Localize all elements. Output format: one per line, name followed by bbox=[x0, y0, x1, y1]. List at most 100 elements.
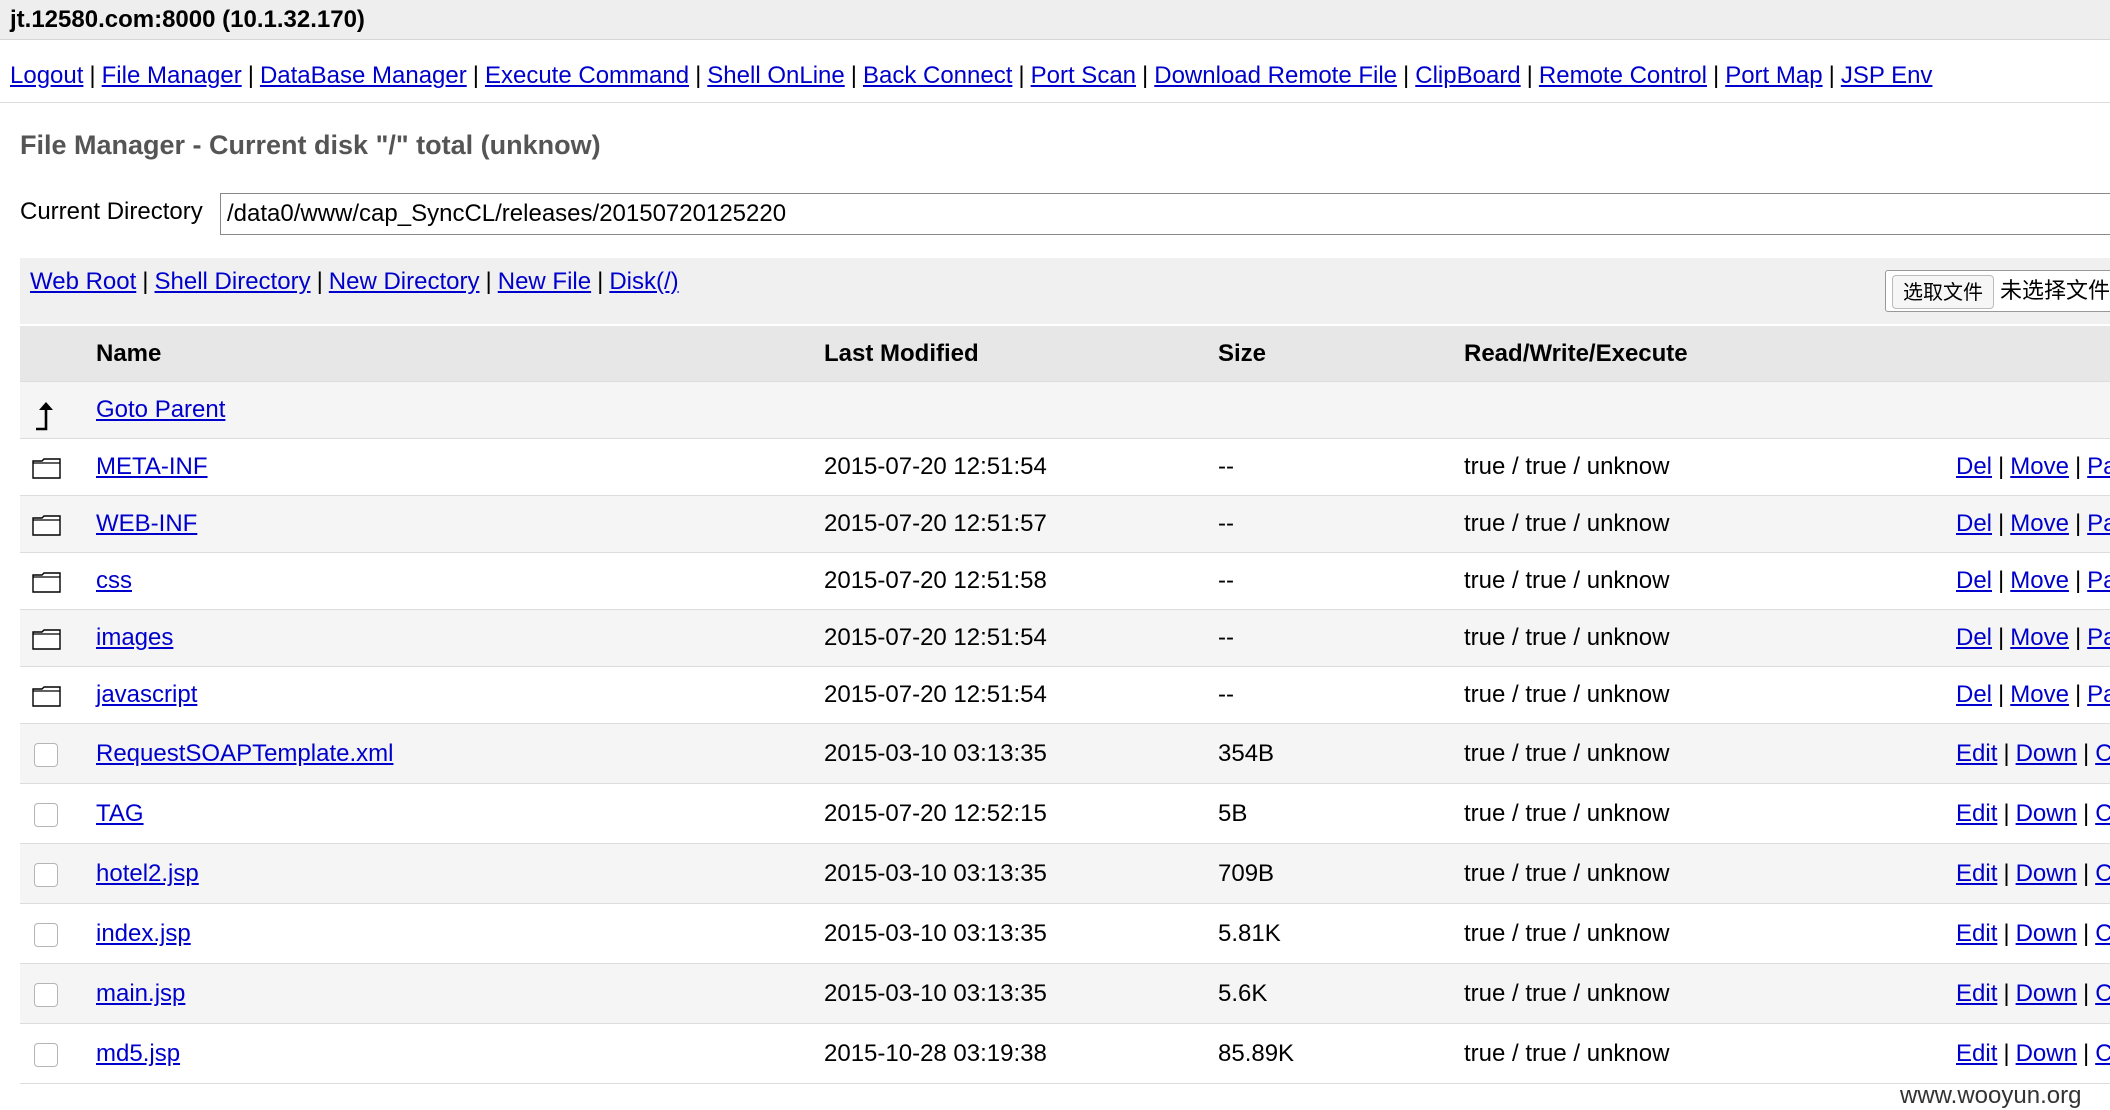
select-checkbox[interactable] bbox=[34, 1042, 58, 1067]
select-checkbox[interactable] bbox=[34, 922, 58, 947]
nav-clipboard[interactable]: ClipBoard bbox=[1415, 62, 1520, 89]
new-file-link[interactable]: New File bbox=[498, 268, 591, 295]
entry-last-modified: 2015-07-20 12:51:54 bbox=[824, 681, 1047, 708]
entry-size: 5.6K bbox=[1218, 980, 1268, 1007]
action-move-link[interactable]: Move bbox=[2010, 681, 2069, 708]
action-edit-link[interactable]: Edit bbox=[1956, 800, 1997, 827]
entry-name-link[interactable]: main.jsp bbox=[96, 964, 185, 1023]
goto-parent-row[interactable]: Goto Parent bbox=[20, 382, 2110, 439]
select-checkbox[interactable] bbox=[34, 982, 58, 1007]
entry-name-link[interactable]: md5.jsp bbox=[96, 1024, 180, 1083]
goto-parent-link[interactable]: Goto Parent bbox=[96, 382, 225, 438]
file-row: RequestSOAPTemplate.xml 2015-03-10 03:13:… bbox=[20, 724, 2110, 784]
file-row: md5.jsp 2015-10-28 03:19:38 85.89K true / t… bbox=[20, 1024, 2110, 1084]
action-move-link[interactable]: Move bbox=[2010, 453, 2069, 480]
new-directory-link[interactable]: New Directory bbox=[329, 268, 480, 295]
current-directory-input[interactable] bbox=[220, 193, 2110, 235]
action-edit-link[interactable]: Edit bbox=[1956, 980, 1997, 1007]
action-down-link[interactable]: Down bbox=[2016, 920, 2077, 947]
entry-actions: Del | Move | Pa bbox=[1956, 496, 2110, 552]
action-edit-link[interactable]: Edit bbox=[1956, 920, 1997, 947]
nav-port-map[interactable]: Port Map bbox=[1725, 62, 1822, 89]
nav-port-scan[interactable]: Port Scan bbox=[1031, 62, 1136, 89]
entry-name-link[interactable]: javascript bbox=[96, 667, 197, 723]
action-down-link[interactable]: Down bbox=[2016, 800, 2077, 827]
header-size: Size bbox=[1218, 340, 1267, 367]
entry-size: -- bbox=[1218, 453, 1234, 480]
action-del-link[interactable]: Del bbox=[1956, 681, 1992, 708]
nav-separator: | bbox=[1018, 62, 1025, 89]
nav-remote-control[interactable]: Remote Control bbox=[1539, 62, 1707, 89]
nav-database-manager[interactable]: DataBase Manager bbox=[260, 62, 467, 89]
entry-name-link[interactable]: WEB-INF bbox=[96, 496, 197, 552]
action-c-link[interactable]: C bbox=[2095, 740, 2110, 767]
action-pa-link[interactable]: Pa bbox=[2087, 624, 2110, 651]
action-edit-link[interactable]: Edit bbox=[1956, 860, 1997, 887]
disk-root-link[interactable]: Disk(/) bbox=[609, 268, 678, 295]
action-move-link[interactable]: Move bbox=[2010, 510, 2069, 537]
directory-row: META-INF 2015-07-20 12:51:54 -- true / true… bbox=[20, 439, 2110, 496]
file-table: Name Last Modified Size Read/Write/Execu… bbox=[20, 326, 2110, 1084]
web-root-link[interactable]: Web Root bbox=[30, 268, 136, 295]
action-separator: | bbox=[2082, 920, 2090, 947]
file-row: main.jsp 2015-03-10 03:13:35 5.6K true / tr… bbox=[20, 964, 2110, 1024]
entry-name-link[interactable]: META-INF bbox=[96, 439, 208, 495]
action-del-link[interactable]: Del bbox=[1956, 624, 1992, 651]
action-down-link[interactable]: Down bbox=[2016, 1040, 2077, 1067]
nav-jsp-env[interactable]: JSP Env bbox=[1841, 62, 1933, 89]
action-del-link[interactable]: Del bbox=[1956, 567, 1992, 594]
upload-file-picker[interactable]: 选取文件 未选择文件 bbox=[1885, 270, 2110, 312]
nav-separator: | bbox=[695, 62, 702, 89]
entry-name-link[interactable]: RequestSOAPTemplate.xml bbox=[96, 724, 393, 783]
action-move-link[interactable]: Move bbox=[2010, 567, 2069, 594]
entry-actions: Del | Move | Pa bbox=[1956, 610, 2110, 666]
action-c-link[interactable]: C bbox=[2095, 980, 2110, 1007]
cell-icon bbox=[32, 382, 72, 438]
select-checkbox[interactable] bbox=[34, 802, 58, 827]
up-arrow-icon bbox=[36, 401, 53, 430]
action-c-link[interactable]: C bbox=[2095, 1040, 2110, 1067]
nav-execute-command[interactable]: Execute Command bbox=[485, 62, 689, 89]
entry-name-link[interactable]: css bbox=[96, 553, 132, 609]
entry-size: 709B bbox=[1218, 860, 1275, 887]
nav-shell-online[interactable]: Shell OnLine bbox=[707, 62, 844, 89]
action-down-link[interactable]: Down bbox=[2016, 980, 2077, 1007]
action-move-link[interactable]: Move bbox=[2010, 624, 2069, 651]
entry-last-modified: 2015-07-20 12:51:54 bbox=[824, 453, 1047, 480]
action-edit-link[interactable]: Edit bbox=[1956, 740, 1997, 767]
action-down-link[interactable]: Down bbox=[2016, 740, 2077, 767]
action-c-link[interactable]: C bbox=[2095, 800, 2110, 827]
nav-back-connect[interactable]: Back Connect bbox=[863, 62, 1012, 89]
action-pa-link[interactable]: Pa bbox=[2087, 453, 2110, 480]
action-del-link[interactable]: Del bbox=[1956, 510, 1992, 537]
entry-last-modified: 2015-03-10 03:13:35 bbox=[824, 860, 1047, 887]
entry-name-link[interactable]: images bbox=[96, 610, 173, 666]
action-pa-link[interactable]: Pa bbox=[2087, 681, 2110, 708]
nav-separator: | bbox=[1403, 62, 1410, 89]
nav-file-manager[interactable]: File Manager bbox=[102, 62, 242, 89]
action-separator: | bbox=[2082, 980, 2090, 1007]
action-del-link[interactable]: Del bbox=[1956, 453, 1992, 480]
action-separator: | bbox=[2074, 624, 2082, 651]
entry-size: 354B bbox=[1218, 740, 1275, 767]
entry-name-link[interactable]: index.jsp bbox=[96, 904, 191, 963]
entry-size: -- bbox=[1218, 681, 1234, 708]
select-checkbox[interactable] bbox=[34, 742, 58, 767]
header-rwx: Read/Write/Execute bbox=[1464, 340, 1688, 367]
shell-directory-link[interactable]: Shell Directory bbox=[155, 268, 311, 295]
choose-file-button[interactable]: 选取文件 bbox=[1892, 275, 1994, 309]
action-c-link[interactable]: C bbox=[2095, 920, 2110, 947]
action-c-link[interactable]: C bbox=[2095, 860, 2110, 887]
action-pa-link[interactable]: Pa bbox=[2087, 567, 2110, 594]
nav-logout[interactable]: Logout bbox=[10, 62, 83, 89]
action-separator: | bbox=[2082, 740, 2090, 767]
action-down-link[interactable]: Down bbox=[2016, 860, 2077, 887]
entry-name-link[interactable]: hotel2.jsp bbox=[96, 844, 199, 903]
entry-name-link[interactable]: TAG bbox=[96, 784, 144, 843]
select-checkbox[interactable] bbox=[34, 862, 58, 887]
action-edit-link[interactable]: Edit bbox=[1956, 1040, 1997, 1067]
nav-separator: | bbox=[89, 62, 96, 89]
action-pa-link[interactable]: Pa bbox=[2087, 510, 2110, 537]
nav-download-remote-file[interactable]: Download Remote File bbox=[1154, 62, 1397, 89]
entry-size: 5.81K bbox=[1218, 920, 1281, 947]
